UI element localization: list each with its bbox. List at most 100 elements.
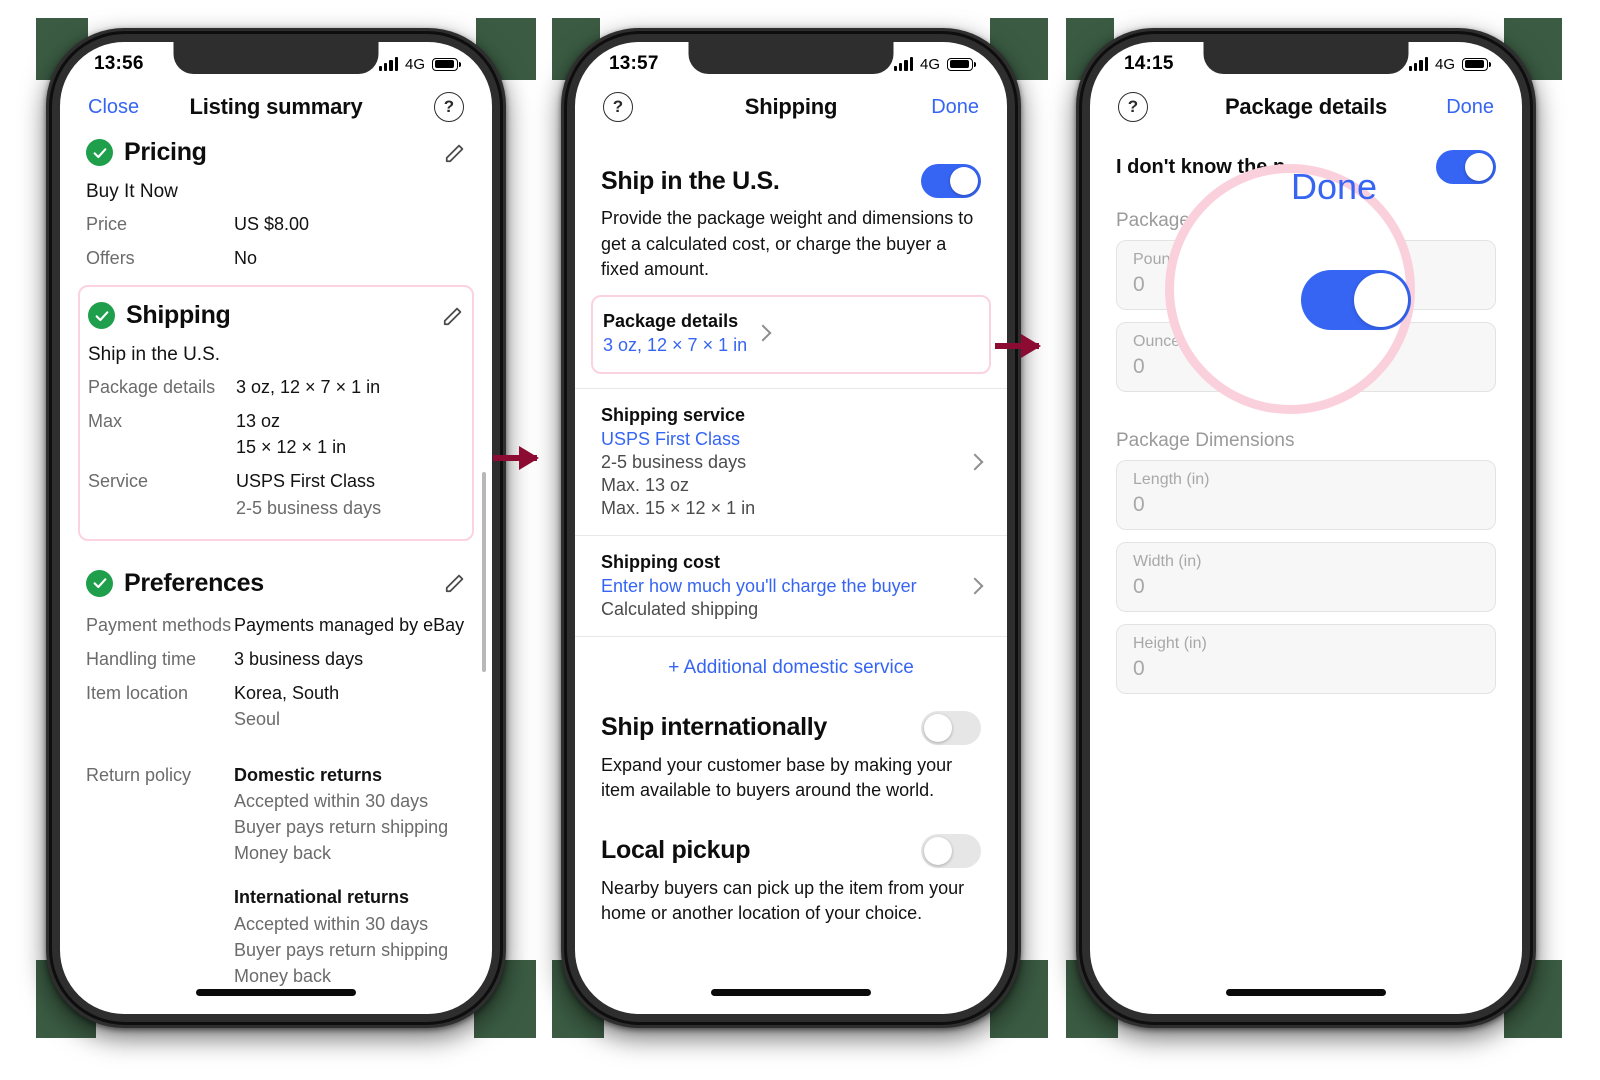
- help-icon[interactable]: ?: [603, 92, 633, 122]
- row-label: Package details: [88, 377, 216, 398]
- check-icon: [86, 569, 113, 597]
- row-value-line1: 13 oz: [236, 411, 281, 432]
- package-details-value: 3 oz, 12 × 7 × 1 in: [603, 334, 748, 355]
- shipping-section-header: Shipping: [80, 295, 472, 332]
- pricing-title: Pricing: [124, 138, 207, 166]
- shipping-cost-link[interactable]: Enter how much you'll charge the buyer: [601, 576, 959, 597]
- edit-pencil-icon[interactable]: [444, 572, 466, 594]
- shipping-section-card[interactable]: Shipping Ship in the U.S. Package detail…: [78, 285, 474, 541]
- done-button[interactable]: Done: [1446, 96, 1494, 119]
- package-details-card[interactable]: Package details 3 oz, 12 × 7 × 1 in: [591, 294, 991, 374]
- nav-bar: Close Listing summary ?: [60, 86, 492, 132]
- help-icon[interactable]: ?: [434, 92, 464, 122]
- home-indicator: [196, 989, 356, 996]
- field-value: 0: [1133, 493, 1145, 516]
- shipping-title: Shipping: [126, 301, 231, 330]
- ship-us-toggle[interactable]: [921, 164, 981, 198]
- field-value: 0: [1133, 657, 1145, 680]
- battery-icon: [1462, 57, 1491, 71]
- edit-pencil-icon[interactable]: [444, 142, 466, 164]
- domestic-line-2: Buyer pays return shipping: [234, 817, 449, 838]
- row-value-line2: 15 × 12 × 1 in: [236, 437, 347, 458]
- row-label: Price: [86, 214, 128, 234]
- row-label: Item location: [86, 682, 189, 703]
- battery-icon: [432, 57, 461, 71]
- shipping-cost-sub: Calculated shipping: [601, 598, 759, 619]
- screenshot-stage: 13:56 4G Close Listing summary ? Pricing…: [0, 0, 1600, 1080]
- ship-us-description: Provide the package weight and dimension…: [601, 208, 974, 280]
- row-label: Payment methods: [86, 614, 232, 635]
- row-value: Domestic returns Accepted within 30 days…: [234, 762, 448, 989]
- row-value: US $8.00: [234, 214, 310, 234]
- nav-bar: ? Shipping Done: [575, 86, 1007, 132]
- network-label: 4G: [919, 55, 940, 73]
- shipping-service-line-1: 2-5 business days: [601, 451, 747, 472]
- pricing-row-offers: Offers No: [60, 241, 492, 275]
- status-time: 13:57: [609, 53, 659, 74]
- shipping-cost-row[interactable]: Shipping cost Enter how much you'll char…: [575, 534, 1007, 636]
- row-value: 3 oz, 12 × 7 × 1 in: [236, 377, 381, 398]
- row-value: Korea, South Seoul: [234, 680, 339, 732]
- row-label: Handling time: [86, 648, 197, 669]
- battery-icon: [947, 57, 976, 71]
- domestic-line-1: Accepted within 30 days: [234, 791, 429, 812]
- phone1-content: Pricing Buy It Now Price US $8.00 Offers…: [60, 132, 492, 993]
- check-icon: [88, 302, 115, 330]
- network-label: 4G: [1434, 55, 1455, 73]
- phone2-content: Ship in the U.S. Provide the package wei…: [575, 132, 1007, 927]
- close-button[interactable]: Close: [88, 96, 139, 119]
- preferences-row-payment: Payment methods Payments managed by eBay: [60, 600, 492, 642]
- additional-domestic-service-link[interactable]: + Additional domestic service: [575, 635, 1007, 695]
- magnified-done-label: Done: [1291, 166, 1378, 207]
- international-line-3: Money back: [234, 965, 332, 986]
- row-label: Service: [88, 471, 149, 492]
- status-bar: 14:15 4G: [1090, 42, 1522, 86]
- preferences-title: Preferences: [124, 568, 264, 597]
- preferences-section-header: Preferences: [60, 547, 492, 600]
- help-icon[interactable]: ?: [1118, 92, 1148, 122]
- width-field[interactable]: Width (in) 0: [1116, 542, 1496, 612]
- length-field[interactable]: Length (in) 0: [1116, 460, 1496, 530]
- shipping-service-title: Shipping service: [601, 404, 746, 425]
- preferences-row-location: Item location Korea, South Seoul: [60, 676, 492, 736]
- phone2-screen: 13:57 4G ? Shipping Done Ship in the U.S…: [575, 42, 1007, 1014]
- preferences-row-handling: Handling time 3 business days: [60, 642, 492, 676]
- chevron-right-icon: [966, 577, 984, 595]
- row-value: USPS First Class 2-5 business days: [236, 468, 381, 520]
- network-label: 4G: [404, 55, 425, 73]
- international-line-1: Accepted within 30 days: [234, 913, 429, 934]
- signal-bars-icon: [1408, 57, 1428, 71]
- field-value: 0: [1133, 575, 1145, 598]
- height-field[interactable]: Height (in) 0: [1116, 624, 1496, 694]
- local-pickup-description: Nearby buyers can pick up the item from …: [601, 877, 965, 924]
- shipping-service-line-3: Max. 15 × 12 × 1 in: [601, 497, 756, 518]
- row-value: 13 oz 15 × 12 × 1 in: [236, 408, 346, 460]
- ship-internationally-row: Ship internationally: [575, 695, 1007, 745]
- flow-arrow-1: [493, 446, 539, 470]
- field-label: Height (in): [1133, 635, 1207, 652]
- chevron-right-icon: [966, 453, 984, 471]
- row-value-sub: Seoul: [234, 708, 281, 729]
- phone1-screen: 13:56 4G Close Listing summary ? Pricing…: [60, 42, 492, 1014]
- shipping-service-link[interactable]: USPS First Class: [601, 429, 959, 450]
- shipping-service-row[interactable]: Shipping service USPS First Class 2-5 bu…: [575, 387, 1007, 535]
- signal-bars-icon: [893, 57, 913, 71]
- ship-us-row: Ship in the U.S.: [575, 132, 1007, 198]
- edit-pencil-icon[interactable]: [442, 305, 464, 327]
- row-value-sub: 2-5 business days: [236, 497, 382, 518]
- local-pickup-title: Local pickup: [601, 836, 751, 865]
- local-pickup-row: Local pickup: [575, 804, 1007, 868]
- done-button[interactable]: Done: [931, 96, 979, 119]
- shipping-cost-title: Shipping cost: [601, 551, 720, 572]
- vertical-scrollbar[interactable]: [482, 472, 486, 672]
- status-bar: 13:56 4G: [60, 42, 492, 86]
- row-value-line1: Korea, South: [234, 682, 340, 703]
- home-indicator: [1226, 989, 1386, 996]
- magnified-toggle[interactable]: [1301, 270, 1411, 330]
- ship-internationally-toggle[interactable]: [921, 710, 981, 745]
- home-indicator: [711, 989, 871, 996]
- dont-know-toggle[interactable]: [1436, 150, 1496, 184]
- ship-internationally-description: Expand your customer base by making your…: [601, 754, 953, 801]
- local-pickup-toggle[interactable]: [921, 833, 981, 868]
- domestic-returns-title: Domestic returns: [234, 765, 383, 786]
